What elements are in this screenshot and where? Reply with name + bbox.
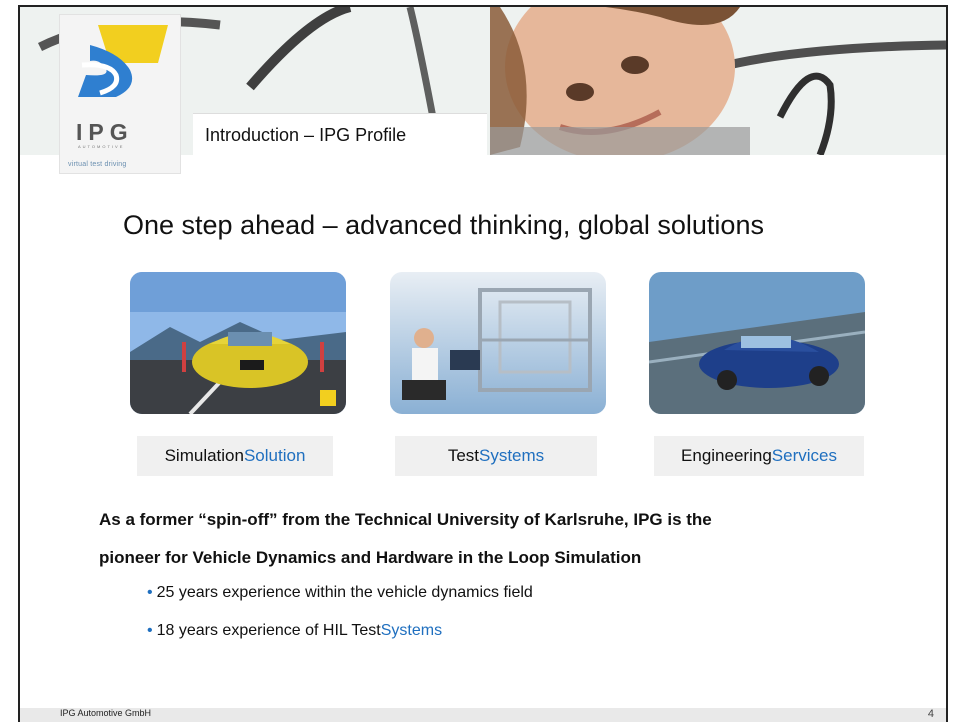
logo-subtext: AUTOMOTIVE: [78, 144, 125, 149]
slide: IPG AUTOMOTIVE virtual test driving Intr…: [0, 0, 954, 722]
card-label-simulation-accent: Solution: [243, 446, 306, 465]
card-label-simulation: Simulation Solution: [137, 436, 333, 476]
card-label-test-accent: Systems: [479, 446, 545, 465]
bullet-item: • 18 years experience of HIL TestSystems: [147, 622, 442, 640]
slide-footer: IPG Automotive GmbH 4: [20, 708, 946, 722]
card-label-engineering-accent: Services: [771, 446, 837, 465]
logo-mark-icon: [60, 25, 180, 115]
intro-paragraph-line-1: As a former “spin-off” from the Technica…: [99, 510, 712, 529]
slide-headline: One step ahead – advanced thinking, glob…: [123, 210, 764, 240]
card-label-test-main: Test: [447, 446, 479, 465]
company-logo: IPG AUTOMOTIVE virtual test driving: [60, 15, 180, 173]
bullet-text: 25 years experience within the vehicle d…: [156, 584, 533, 601]
card-label-simulation-main: Simulation: [164, 446, 244, 465]
engineering-services-image: [649, 272, 865, 414]
page-number: 4: [927, 708, 934, 720]
card-label-engineering-main: Engineering: [681, 446, 772, 465]
intro-paragraph-line-2: pioneer for Vehicle Dynamics and Hardwar…: [99, 548, 642, 567]
bullet-item: • 25 years experience within the vehicle …: [147, 584, 533, 602]
card-label-engineering: Engineering Services: [654, 436, 864, 476]
section-title-box: Introduction – IPG Profile: [193, 113, 487, 156]
logo-tagline: virtual test driving: [68, 161, 127, 168]
bullet-dot-icon: •: [147, 622, 153, 639]
bullet-text-accent: Systems: [380, 622, 443, 639]
footer-company: IPG Automotive GmbH: [60, 708, 152, 718]
card-label-test-systems: Test Systems: [395, 436, 597, 476]
simulation-image: [130, 272, 346, 414]
bullet-dot-icon: •: [147, 584, 153, 601]
bullet-text: 18 years experience of HIL Test: [156, 622, 381, 639]
test-systems-image: [390, 272, 606, 414]
logo-wordmark: IPG: [76, 119, 134, 145]
section-title: Introduction – IPG Profile: [205, 125, 407, 145]
